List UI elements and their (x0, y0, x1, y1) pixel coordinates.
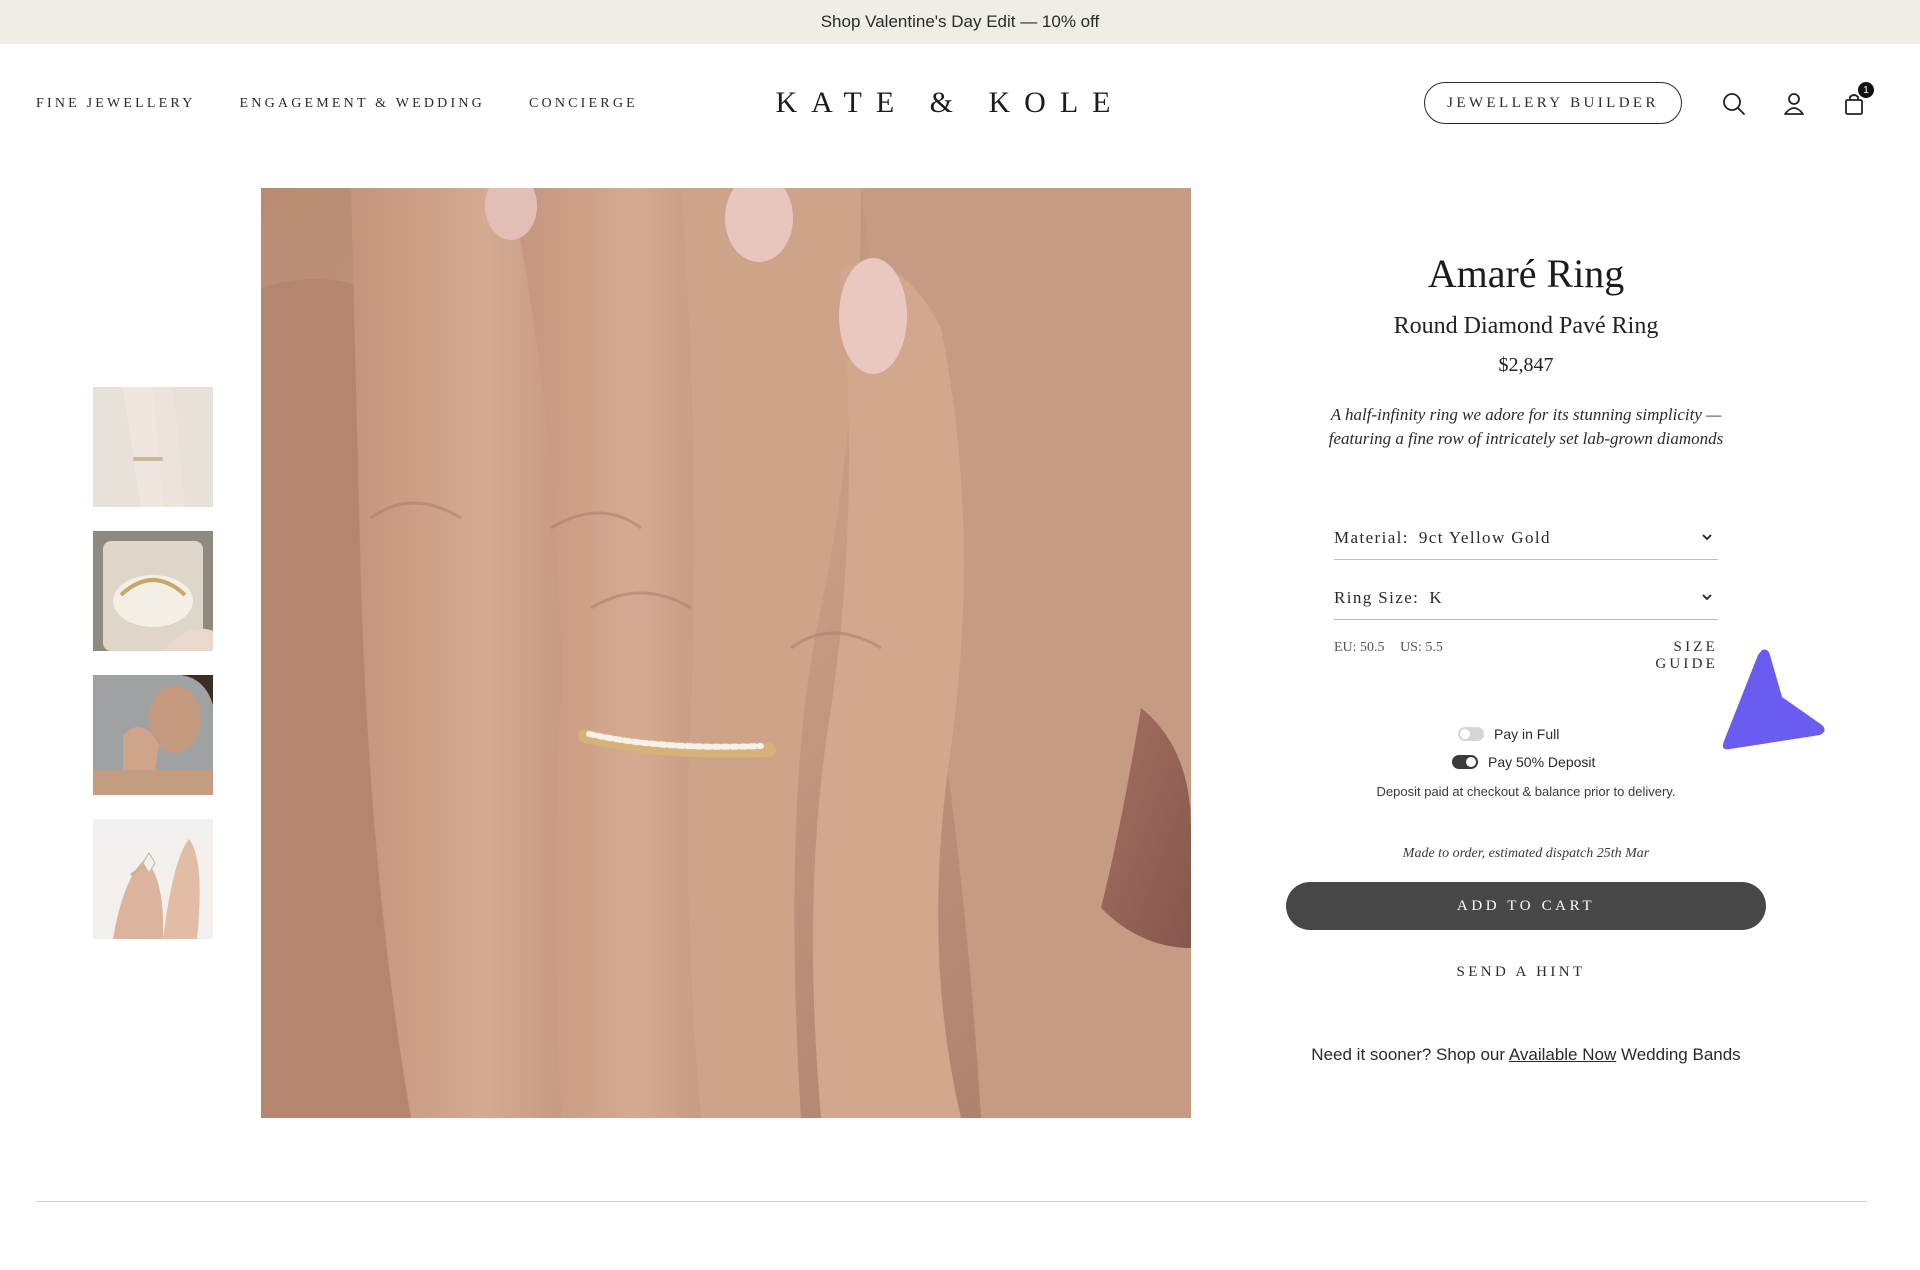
material-select[interactable]: Material: 9ct Yellow Gold (1334, 516, 1718, 560)
pay-in-full-label: Pay in Full (1494, 726, 1560, 742)
thumbnail-1[interactable] (93, 387, 213, 507)
pay-in-full-option[interactable]: Pay in Full (1458, 726, 1559, 742)
cart-count-badge: 1 (1858, 82, 1874, 98)
size-conversion: EU: 50.5 US: 5.5 (1334, 640, 1443, 656)
size-eu: EU: 50.5 (1334, 640, 1385, 655)
site-header: FINE JEWELLERY ENGAGEMENT & WEDDING CONC… (0, 44, 1920, 164)
available-now-link[interactable]: Available Now (1509, 1045, 1616, 1064)
chevron-down-icon (1702, 534, 1712, 541)
gallery-thumbnails (93, 387, 213, 963)
search-icon[interactable] (1720, 90, 1748, 118)
jewellery-builder-button[interactable]: JEWELLERY BUILDER (1424, 82, 1682, 124)
product-description: A half-infinity ring we adore for its st… (1328, 405, 1724, 448)
size-guide-link[interactable]: SIZE GUIDE (1608, 639, 1718, 673)
pay-in-full-toggle[interactable] (1458, 727, 1484, 741)
pay-deposit-toggle[interactable] (1452, 755, 1478, 769)
main-product-image[interactable] (261, 188, 1191, 1118)
product-price: $2,847 (1498, 354, 1554, 376)
ring-size-select[interactable]: Ring Size: K (1334, 576, 1718, 620)
ring-size-label: Ring Size: (1334, 587, 1420, 607)
ring-size-value: K (1429, 587, 1443, 607)
section-divider (36, 1201, 1866, 1202)
thumbnail-4[interactable] (93, 819, 213, 939)
size-us: US: 5.5 (1400, 640, 1443, 655)
shopping-bag-icon[interactable]: 1 (1840, 82, 1874, 118)
material-value: 9ct Yellow Gold (1418, 527, 1551, 547)
jewellery-builder-label: JEWELLERY BUILDER (1447, 94, 1659, 111)
product-title: Amaré Ring (1427, 251, 1625, 296)
account-icon[interactable] (1780, 90, 1808, 118)
thumbnail-3[interactable] (93, 675, 213, 795)
dispatch-note: Made to order, estimated dispatch 25th M… (1402, 846, 1650, 861)
chevron-down-icon (1702, 594, 1712, 601)
send-hint-link[interactable]: SEND A HINT (1286, 964, 1756, 981)
available-now-promo: Need it sooner? Shop our Available Now W… (1286, 1045, 1766, 1065)
mouse-pointer-icon (1722, 649, 1825, 750)
deposit-note: Deposit paid at checkout & balance prior… (1376, 784, 1676, 799)
pay-deposit-label: Pay 50% Deposit (1488, 754, 1596, 770)
thumbnail-2[interactable] (93, 531, 213, 651)
announcement-text[interactable]: Shop Valentine's Day Edit — 10% off (821, 12, 1100, 32)
product-subtitle: Round Diamond Pavé Ring (1393, 313, 1659, 339)
announcement-bar[interactable]: Shop Valentine's Day Edit — 10% off (0, 0, 1920, 44)
add-to-cart-label: ADD TO CART (1456, 897, 1596, 914)
product-details: Amaré Ring Round Diamond Pavé Ring $2,84… (1286, 250, 1766, 1064)
pay-deposit-option[interactable]: Pay 50% Deposit (1452, 754, 1595, 770)
add-to-cart-button[interactable]: ADD TO CART (1286, 882, 1766, 930)
sooner-suffix: Wedding Bands (1616, 1045, 1741, 1064)
sooner-prefix: Need it sooner? Shop our (1311, 1045, 1509, 1064)
material-label: Material: (1334, 527, 1409, 547)
